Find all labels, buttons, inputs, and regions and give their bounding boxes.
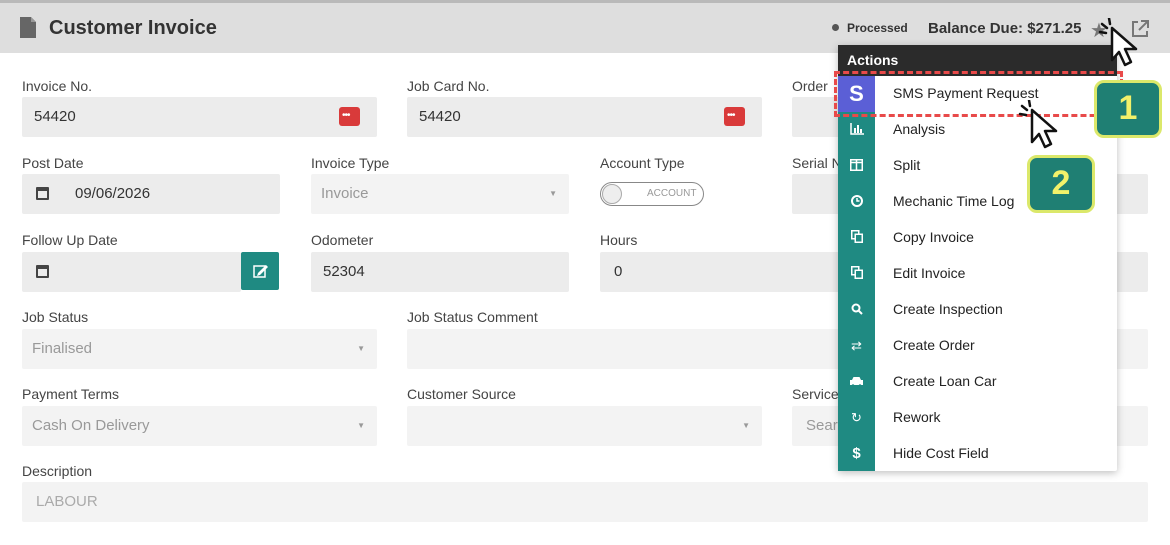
job-card-no-field[interactable]: 54420: [407, 96, 762, 137]
post-date-field[interactable]: 09/06/2026: [22, 174, 280, 214]
step-badge-2: 2: [1027, 155, 1095, 213]
balance-due: Balance Due: $271.25: [928, 20, 1082, 37]
job-status-comment-label: Job Status Comment: [407, 309, 538, 325]
search-icon: [838, 292, 875, 328]
account-type-label: Account Type: [600, 155, 685, 171]
cursor-click-icon: [1018, 100, 1058, 149]
toggle-text: ACCOUNT: [647, 188, 697, 199]
service-label: Service: [792, 386, 839, 402]
odometer-label: Odometer: [311, 232, 374, 248]
menu-item-label: Create Order: [893, 337, 975, 353]
calendar-icon[interactable]: [22, 252, 62, 292]
serial-label: Serial N: [792, 155, 842, 171]
more-options-icon[interactable]: [339, 96, 360, 136]
payment-terms-select[interactable]: Cash On Delivery ▼: [22, 406, 377, 446]
customer-source-select[interactable]: ▼: [407, 406, 762, 446]
follow-up-date-field[interactable]: [22, 252, 241, 292]
service-placeholder: Sear: [806, 417, 838, 434]
refresh-icon: ↻: [851, 410, 862, 425]
copy-icon: [838, 220, 875, 256]
account-type-toggle[interactable]: ACCOUNT: [600, 182, 704, 206]
dollar-icon: $: [852, 445, 861, 462]
edit-date-button[interactable]: [241, 252, 279, 290]
page-title: Customer Invoice: [49, 17, 217, 39]
chevron-down-icon: ▼: [357, 421, 365, 430]
menu-item-label: Rework: [893, 409, 941, 425]
status-badge: Processed: [832, 21, 908, 35]
odometer-value: 52304: [323, 263, 365, 280]
highlight-box: [834, 71, 1123, 117]
menu-item-create-inspection[interactable]: Create Inspection: [838, 292, 1117, 328]
post-date-label: Post Date: [22, 155, 84, 171]
menu-item-analysis[interactable]: Analysis: [838, 112, 1117, 148]
hours-value: 0: [614, 263, 623, 280]
job-status-select[interactable]: Finalised ▼: [22, 329, 377, 369]
clock-icon: [838, 184, 875, 220]
menu-item-create-order[interactable]: ⇄ Create Order: [838, 328, 1117, 364]
menu-item-label: Create Inspection: [893, 301, 1003, 317]
menu-item-create-loan-car[interactable]: Create Loan Car: [838, 364, 1117, 400]
step-badge-1: 1: [1094, 80, 1162, 138]
description-label: Description: [22, 463, 93, 479]
toggle-knob: [602, 184, 622, 204]
hours-label: Hours: [600, 232, 638, 248]
invoice-no-value: 54420: [34, 108, 76, 125]
job-status-value: Finalised: [32, 340, 93, 357]
invoice-type-select[interactable]: Invoice ▼: [311, 174, 569, 214]
follow-up-date-label: Follow Up Date: [22, 232, 118, 248]
invoice-no-field[interactable]: 54420: [22, 96, 377, 137]
description-value: LABOUR: [36, 493, 98, 510]
menu-item-label: Copy Invoice: [893, 229, 974, 245]
document-icon: [20, 17, 36, 38]
invoice-type-label: Invoice Type: [311, 155, 390, 171]
invoice-type-value: Invoice: [321, 185, 369, 202]
status-dot-icon: [832, 24, 839, 31]
menu-item-label: Split: [893, 157, 921, 173]
post-date-value: 09/06/2026: [75, 185, 151, 202]
customer-source-label: Customer Source: [407, 386, 516, 402]
chevron-down-icon: ▼: [357, 344, 365, 353]
menu-item-edit-invoice[interactable]: Edit Invoice: [838, 256, 1117, 292]
edit-icon: [253, 265, 268, 278]
menu-item-label: Analysis: [893, 121, 946, 137]
menu-item-label: Hide Cost Field: [893, 445, 989, 461]
payment-terms-label: Payment Terms: [22, 386, 119, 402]
payment-terms-value: Cash On Delivery: [32, 417, 150, 434]
split-columns-icon: [838, 148, 875, 184]
chevron-down-icon: ▼: [549, 189, 557, 198]
bar-chart-icon: [838, 112, 875, 148]
swap-arrows-icon: ⇄: [851, 338, 862, 353]
description-field[interactable]: LABOUR: [22, 482, 1148, 522]
job-card-no-label: Job Card No.: [407, 78, 490, 94]
invoice-no-label: Invoice No.: [22, 78, 93, 94]
job-card-no-value: 54420: [419, 108, 461, 125]
odometer-field[interactable]: 52304: [311, 252, 569, 292]
chevron-down-icon: ▼: [742, 421, 750, 430]
cursor-click-icon: [1098, 18, 1138, 67]
job-status-label: Job Status: [22, 309, 89, 325]
more-options-icon[interactable]: [724, 96, 745, 136]
calendar-icon[interactable]: [22, 174, 62, 214]
menu-item-label: Mechanic Time Log: [893, 193, 1015, 209]
menu-item-hide-cost-field[interactable]: $ Hide Cost Field: [838, 436, 1117, 472]
menu-item-label: Edit Invoice: [893, 265, 966, 281]
menu-item-label: Create Loan Car: [893, 373, 997, 389]
menu-item-rework[interactable]: ↻ Rework: [838, 400, 1117, 436]
order-label: Order: [792, 78, 828, 94]
status-text: Processed: [847, 21, 908, 35]
copy-icon: [838, 256, 875, 292]
car-icon: [838, 364, 875, 400]
menu-item-copy-invoice[interactable]: Copy Invoice: [838, 220, 1117, 256]
